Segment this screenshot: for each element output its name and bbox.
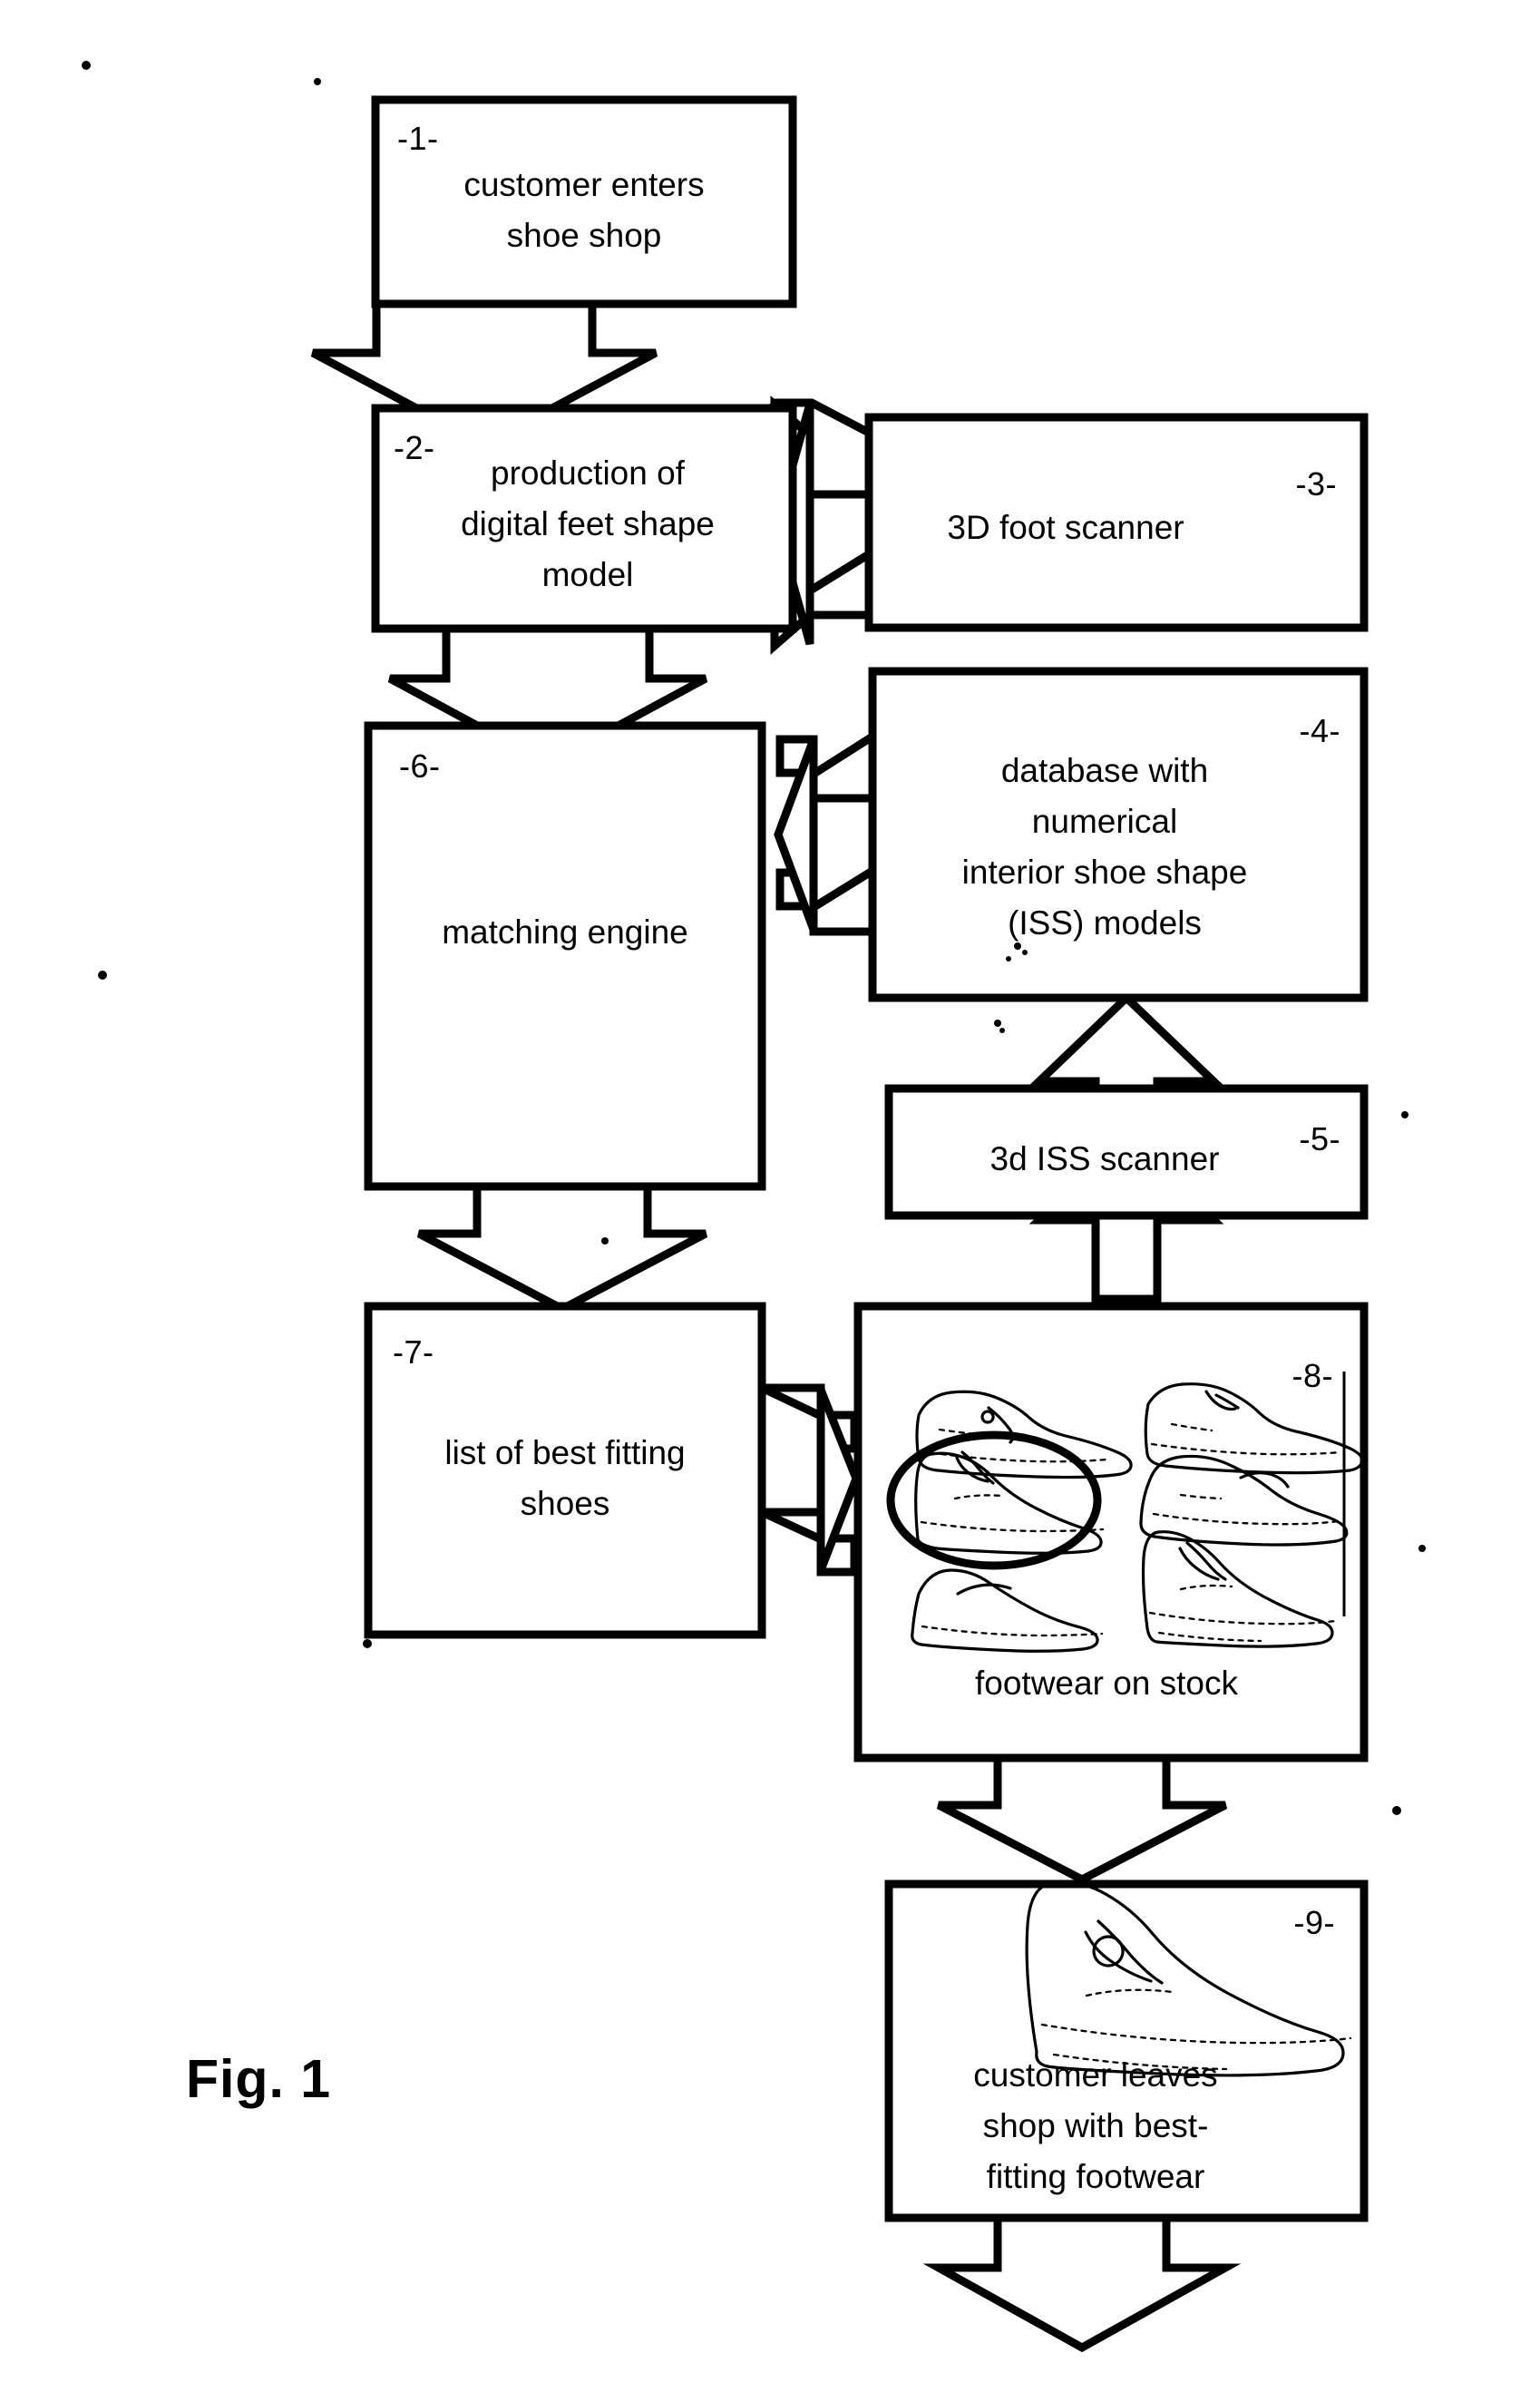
node-7-line-1: list of best fitting <box>444 1434 685 1471</box>
arrow-node4-to-node6 <box>774 728 877 936</box>
node-9-line-2: shop with best- <box>983 2107 1209 2144</box>
figure-caption: Fig. 1 <box>186 2049 331 2109</box>
node-4-line-4: (ISS) models <box>1008 904 1202 942</box>
node-8-ref: -8- <box>1292 1357 1334 1394</box>
node-4-ref: -4- <box>1300 712 1341 749</box>
node-6-line-1: matching engine <box>442 913 688 951</box>
node-5-line-1: 3d ISS scanner <box>990 1140 1220 1177</box>
node-3-ref: -3- <box>1296 465 1338 503</box>
figure-root: -1- customer enters shoe shop -2- produc… <box>0 0 1540 2392</box>
node-4-line-2: numerical <box>1032 803 1177 840</box>
node-5-ref: -5- <box>1300 1120 1341 1157</box>
node-7-line-2: shoes <box>521 1485 610 1522</box>
arrow-node6-to-node7 <box>416 1181 708 1314</box>
node-1-ref: -1- <box>397 120 439 157</box>
node-1-line-1: customer enters <box>463 166 704 203</box>
node-2-line-3: model <box>542 556 634 593</box>
node-3-line-1: 3D foot scanner <box>947 509 1184 546</box>
node-4-line-1: database with <box>1001 752 1208 789</box>
node-8-line-1: footwear on stock <box>975 1665 1238 1702</box>
node-9-line-3: fitting footwear <box>987 2158 1205 2195</box>
flowchart-diagram: -1- customer enters shoe shop -2- produc… <box>82 61 1426 2353</box>
node-6-ref: -6- <box>399 747 441 785</box>
node-9-ref: -9- <box>1294 1904 1336 1941</box>
arrow-node8-to-node9 <box>936 1753 1228 1885</box>
arrow-node7-to-node8 <box>760 1383 861 1577</box>
node-box-6 <box>364 721 766 1191</box>
node-2-line-2: digital feet shape <box>461 505 715 542</box>
node-2-line-1: production of <box>491 454 686 492</box>
node-2-ref: -2- <box>394 429 435 466</box>
arrow-node9-to-exit <box>922 2211 1242 2353</box>
node-9-line-1: customer leaves <box>973 2056 1217 2094</box>
node-1-line-2: shoe shop <box>507 217 662 254</box>
node-4-line-3: interior shoe shape <box>962 854 1248 891</box>
node-7-ref: -7- <box>393 1333 434 1371</box>
